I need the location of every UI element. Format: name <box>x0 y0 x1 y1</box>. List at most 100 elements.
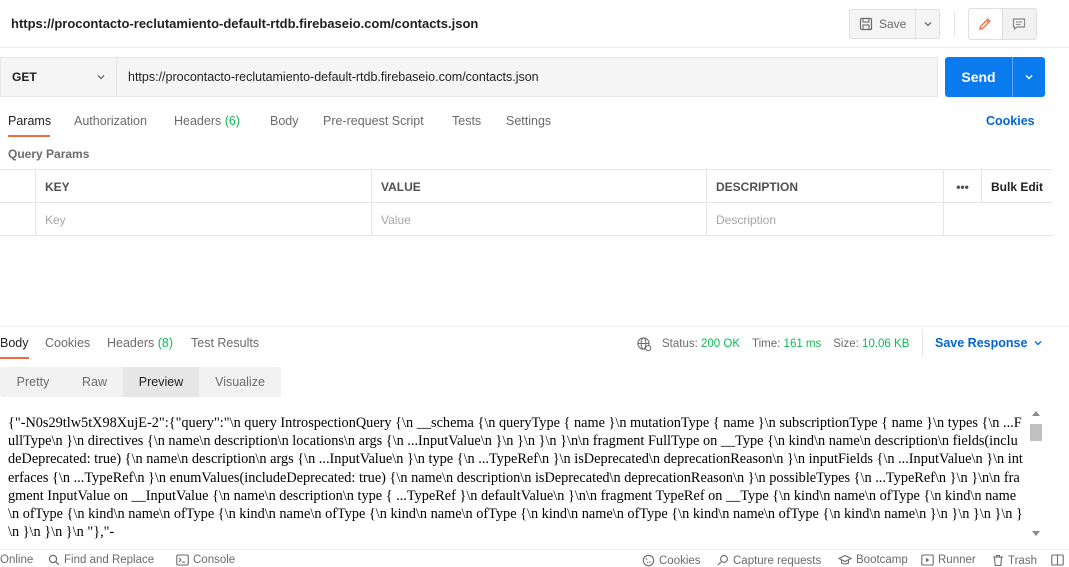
console-icon <box>176 554 189 566</box>
response-preview[interactable]: {"-N0s29tlw5tX98XujE-2":{"query":"\n que… <box>8 414 1024 544</box>
tab-pre-request-script[interactable]: Pre-request Script <box>323 114 424 128</box>
url-value: https://procontacto-reclutamiento-defaul… <box>128 70 539 84</box>
two-pane-icon <box>1051 554 1064 566</box>
trash-button[interactable]: Trash <box>992 554 1037 567</box>
request-tabs: Params Authorization Headers (6) Body Pr… <box>0 112 1069 136</box>
find-replace-label: Find and Replace <box>64 554 155 566</box>
console-label: Console <box>193 554 236 566</box>
documentation-mode-button[interactable] <box>1003 9 1037 39</box>
key-input[interactable]: Key <box>36 203 372 236</box>
scrollbar-thumb[interactable] <box>1030 424 1042 441</box>
row-checkbox-cell <box>0 203 36 236</box>
capture-requests-label: Capture requests <box>733 554 822 567</box>
save-icon <box>859 17 873 31</box>
method-select[interactable]: GET <box>0 57 116 97</box>
chevron-down-icon <box>1033 338 1043 348</box>
online-label: Online <box>0 554 34 566</box>
chevron-down-icon <box>1024 72 1034 82</box>
query-params-table: KEY VALUE DESCRIPTION ••• Bulk Edit Key … <box>0 169 1052 236</box>
capture-icon <box>716 554 729 567</box>
format-raw[interactable]: Raw <box>66 367 123 397</box>
tab-response-headers[interactable]: Headers (8) <box>107 336 173 350</box>
value-input[interactable]: Value <box>372 203 707 236</box>
active-tab-indicator <box>8 135 50 137</box>
save-button-group: Save <box>849 9 941 39</box>
cookie-icon <box>642 554 655 567</box>
chevron-down-icon <box>96 72 106 82</box>
save-response-label: Save Response <box>935 336 1028 350</box>
pencil-icon <box>977 16 993 32</box>
trash-icon <box>992 554 1004 567</box>
save-button-label: Save <box>879 17 907 31</box>
active-tab-indicator <box>0 357 29 359</box>
online-status[interactable]: Online <box>0 554 33 566</box>
format-visualize[interactable]: Visualize <box>199 367 281 397</box>
status-label: Status: <box>662 338 698 350</box>
time-label: Time: <box>752 338 781 350</box>
pane-resizer[interactable] <box>0 326 1069 327</box>
key-column-header: KEY <box>36 170 372 203</box>
format-preview[interactable]: Preview <box>123 367 199 397</box>
globe-icon[interactable] <box>636 336 652 352</box>
description-column-header: DESCRIPTION <box>707 170 944 203</box>
bootcamp-label: Bootcamp <box>856 554 908 566</box>
checkbox-column-header <box>0 170 36 203</box>
send-button-group: Send <box>945 57 1045 97</box>
save-options-button[interactable] <box>915 10 939 38</box>
description-input[interactable]: Description <box>707 203 944 236</box>
capture-requests-button[interactable]: Capture requests <box>716 554 821 567</box>
query-params-title: Query Params <box>8 147 90 161</box>
status-footer: Online Find and Replace Console Cookies … <box>0 549 1069 567</box>
edit-mode-button[interactable] <box>969 9 1003 39</box>
tab-params[interactable]: Params <box>8 114 51 128</box>
headers-count-badge: (6) <box>224 114 241 128</box>
two-pane-toggle-button[interactable] <box>1051 554 1064 566</box>
cookies-footer-button[interactable]: Cookies <box>642 554 701 567</box>
runner-button[interactable]: Runner <box>921 554 976 566</box>
graduation-cap-icon <box>838 554 852 566</box>
scroll-down-arrow[interactable] <box>1032 531 1040 536</box>
response-headers-count-badge: (8) <box>157 336 174 350</box>
find-replace-button[interactable]: Find and Replace <box>48 554 154 566</box>
search-icon <box>48 554 60 566</box>
save-response-button[interactable]: Save Response <box>922 330 1043 356</box>
value-column-header: VALUE <box>372 170 707 203</box>
tab-authorization[interactable]: Authorization <box>74 114 147 128</box>
tab-response-cookies[interactable]: Cookies <box>45 336 90 350</box>
cookies-link[interactable]: Cookies <box>986 114 1035 128</box>
console-button[interactable]: Console <box>176 554 235 566</box>
method-value: GET <box>12 70 37 84</box>
tab-test-results[interactable]: Test Results <box>191 336 259 350</box>
tab-settings[interactable]: Settings <box>506 114 551 128</box>
tab-headers-label: Headers <box>174 114 222 128</box>
toolbar-divider <box>954 12 955 36</box>
chevron-down-icon <box>923 19 933 29</box>
tab-response-body[interactable]: Body <box>0 336 29 350</box>
tab-response-headers-label: Headers <box>107 336 155 350</box>
response-format-tabs: Pretty Raw Preview Visualize <box>0 367 281 397</box>
request-title[interactable]: https://procontacto-reclutamiento-defaul… <box>11 16 478 31</box>
bulk-edit-button[interactable]: Bulk Edit <box>982 170 1052 203</box>
send-options-button[interactable] <box>1012 57 1045 97</box>
scroll-up-arrow[interactable] <box>1032 411 1040 416</box>
preview-scrollbar[interactable] <box>1029 408 1043 540</box>
url-input[interactable]: https://procontacto-reclutamiento-defaul… <box>116 57 938 97</box>
format-pretty[interactable]: Pretty <box>0 367 66 397</box>
status-value[interactable]: 200 OK <box>701 338 740 350</box>
time-value[interactable]: 161 ms <box>784 338 822 350</box>
response-status-bar: Status: 200 OK Time: 161 ms Size: 10.06 … <box>636 334 909 354</box>
request-title-bar: https://procontacto-reclutamiento-defaul… <box>0 0 1069 48</box>
tab-tests[interactable]: Tests <box>452 114 481 128</box>
table-header-row: KEY VALUE DESCRIPTION ••• Bulk Edit <box>0 170 1052 203</box>
runner-icon <box>921 554 934 566</box>
send-button[interactable]: Send <box>945 57 1012 97</box>
tab-headers[interactable]: Headers (6) <box>174 114 240 128</box>
save-button[interactable]: Save <box>850 10 915 38</box>
view-mode-toggle <box>968 8 1037 40</box>
trash-label: Trash <box>1008 554 1037 567</box>
bootcamp-button[interactable]: Bootcamp <box>838 554 908 566</box>
column-options-button[interactable]: ••• <box>944 170 982 203</box>
tab-body[interactable]: Body <box>270 114 299 128</box>
size-label: Size: <box>833 338 859 350</box>
size-value[interactable]: 10.06 KB <box>862 338 909 350</box>
